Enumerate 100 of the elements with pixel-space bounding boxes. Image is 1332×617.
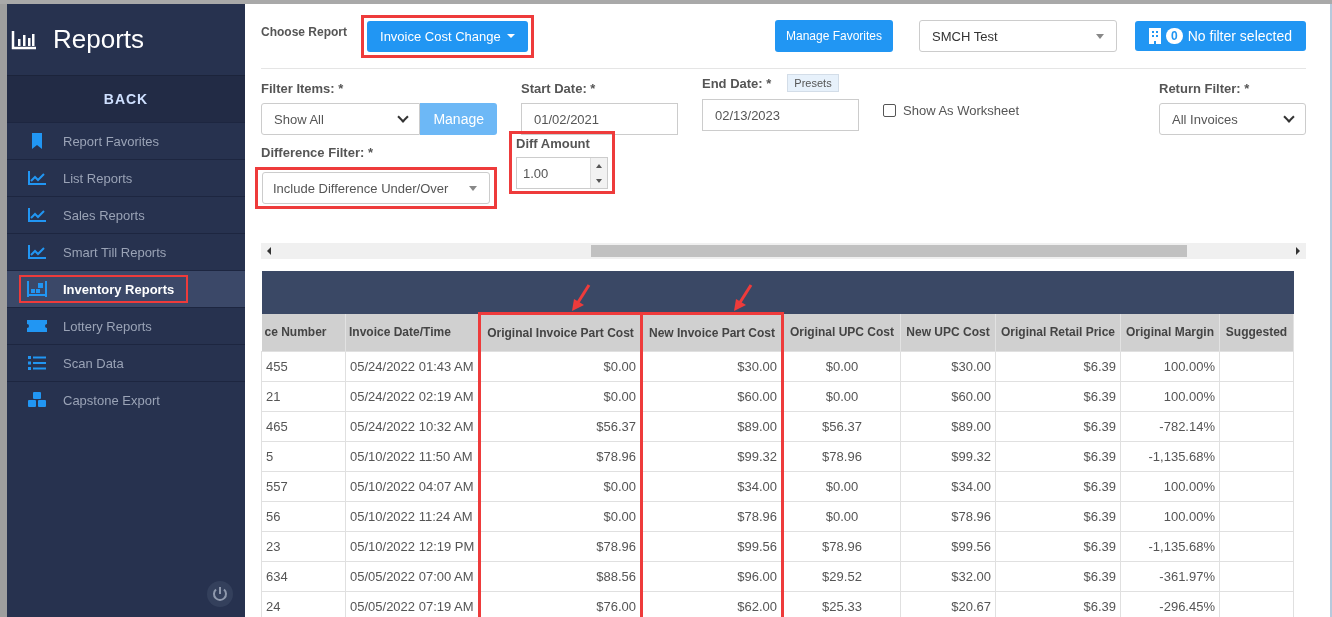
column-header[interactable]: ce Number	[261, 313, 346, 352]
table-cell: $25.33	[822, 599, 862, 614]
table-cell: $60.00	[737, 389, 777, 404]
table-cell: $96.00	[737, 569, 777, 584]
table-cell: $30.00	[951, 359, 991, 374]
table-cell: 05/10/2022 04:07 AM	[350, 479, 474, 494]
table-cell: $78.96	[822, 449, 862, 464]
field-label: Return Filter: *	[1159, 81, 1251, 96]
sidebar-item[interactable]: List Reports	[7, 159, 245, 196]
table-cell: $0.00	[825, 479, 859, 494]
table-cell: 05/10/2022 12:19 PM	[350, 539, 475, 554]
horizontal-scrollbar[interactable]	[261, 243, 1306, 259]
table-cell: $32.00	[951, 569, 991, 584]
field-label: Difference Filter: *	[261, 145, 374, 160]
cubes-icon	[27, 392, 47, 408]
table-cell: $34.00	[737, 479, 777, 494]
table-cell: 05/10/2022 11:50 AM	[350, 449, 473, 464]
column-header[interactable]: Original Retail Price	[995, 313, 1121, 352]
table-cell: $99.56	[737, 539, 777, 554]
table-cell: $62.00	[737, 599, 777, 614]
table-cell: $6.39	[1083, 419, 1116, 434]
store-select[interactable]: SMCH Test	[919, 20, 1118, 52]
column-header[interactable]: Original Invoice Part Cost	[479, 313, 642, 352]
caret-icon	[506, 34, 515, 38]
sidebar-item[interactable]: Report Favorites	[7, 122, 245, 159]
start-date-field[interactable]: 01/02/2021	[521, 103, 678, 135]
table-cell: 557	[266, 479, 288, 494]
sidebar-item[interactable]: Inventory Reports	[7, 270, 245, 307]
filter-button-label: No filter selected	[1187, 28, 1292, 44]
table-cell: $6.39	[1083, 359, 1116, 374]
diff-amount-field[interactable]: 1.00	[516, 157, 608, 189]
table-cell: 24	[266, 599, 281, 614]
highlight-frame: Inventory Reports	[19, 275, 189, 303]
table-cell: $56.37	[822, 419, 862, 434]
table-cell: $99.32	[737, 449, 777, 464]
bar-chart-icon	[11, 29, 37, 50]
line-chart-icon	[27, 171, 47, 185]
table-cell: -361.97%	[1159, 569, 1215, 584]
table-cell: 05/24/2022 10:32 AM	[350, 419, 474, 434]
table-cell: $0.00	[825, 389, 859, 404]
table-cell: -1,135.68%	[1148, 449, 1215, 464]
table-cell: $0.00	[603, 479, 636, 494]
annotation-arrow	[569, 284, 592, 312]
table-cell: $6.39	[1083, 479, 1116, 494]
table-cell: 23	[266, 539, 281, 554]
table-cell: $89.00	[737, 419, 777, 434]
table-cell: 05/05/2022 07:19 AM	[350, 599, 474, 614]
column-header[interactable]: Invoice Date/Time	[345, 313, 480, 352]
table-cell: $34.00	[951, 479, 991, 494]
column-header[interactable]: New Invoice Part Cost	[641, 313, 783, 352]
sidebar-item[interactable]: Sales Reports	[7, 196, 245, 233]
table-cell: $99.32	[951, 449, 991, 464]
presets-button[interactable]: Presets	[787, 74, 839, 92]
table-cell: 05/24/2022 02:19 AM	[350, 389, 474, 404]
table-cell: -1,135.68%	[1148, 539, 1215, 554]
table-cell: $6.39	[1083, 569, 1116, 584]
difference-filter-select[interactable]: Include Difference Under/Over	[262, 172, 490, 204]
table-cell: $6.39	[1083, 509, 1116, 524]
table-cell: $0.00	[825, 509, 859, 524]
filter-items-select[interactable]: Show All	[261, 103, 421, 135]
column-header[interactable]: Original UPC Cost	[782, 313, 901, 352]
table-cell: 100.00%	[1163, 509, 1215, 524]
back-button[interactable]: BACK	[7, 75, 245, 122]
table-cell: 21	[266, 389, 281, 404]
table-cell: $20.67	[951, 599, 991, 614]
ticket-icon	[27, 320, 47, 332]
table-cell: $6.39	[1083, 599, 1116, 614]
table-cell: $0.00	[603, 359, 636, 374]
field-label: End Date: *	[702, 75, 772, 91]
table-cell: 05/24/2022 01:43 AM	[350, 359, 474, 374]
power-icon[interactable]	[207, 581, 233, 607]
table-cell: $0.00	[603, 509, 636, 524]
field-label: Start Date: *	[521, 81, 597, 96]
table-cell: -296.45%	[1159, 599, 1215, 614]
table-cell: 100.00%	[1163, 389, 1215, 404]
sidebar-item[interactable]: Scan Data	[7, 344, 245, 381]
table-cell: 05/10/2022 11:24 AM	[350, 509, 473, 524]
sidebar-title: Reports	[53, 24, 145, 55]
building-icon	[1149, 28, 1162, 44]
table-cell: 5	[266, 449, 274, 464]
table-cell: $88.56	[596, 569, 636, 584]
field-label: Filter Items: *	[261, 81, 345, 96]
spinner-icon[interactable]	[590, 158, 607, 188]
sidebar-item[interactable]: Lottery Reports	[7, 307, 245, 344]
table-cell: $76.00	[596, 599, 636, 614]
return-filter-select[interactable]: All Invoices	[1159, 103, 1306, 135]
annotation-arrow	[731, 284, 754, 312]
end-date-field[interactable]: 02/13/2023	[702, 99, 859, 131]
table-cell: $78.96	[596, 539, 636, 554]
table-cell: $89.00	[951, 419, 991, 434]
column-header[interactable]: Original Margin	[1120, 313, 1220, 352]
column-header[interactable]: New UPC Cost	[900, 313, 996, 352]
worksheet-label: Show As Worksheet	[903, 103, 1020, 118]
table-cell: 455	[266, 359, 288, 374]
shelf-icon	[27, 281, 47, 297]
column-header[interactable]: Suggested	[1219, 313, 1294, 352]
filter-count-badge: 0	[1166, 28, 1183, 44]
sidebar-item[interactable]: Capstone Export	[7, 381, 245, 418]
list-icon	[27, 356, 47, 370]
worksheet-checkbox[interactable]	[883, 104, 896, 117]
